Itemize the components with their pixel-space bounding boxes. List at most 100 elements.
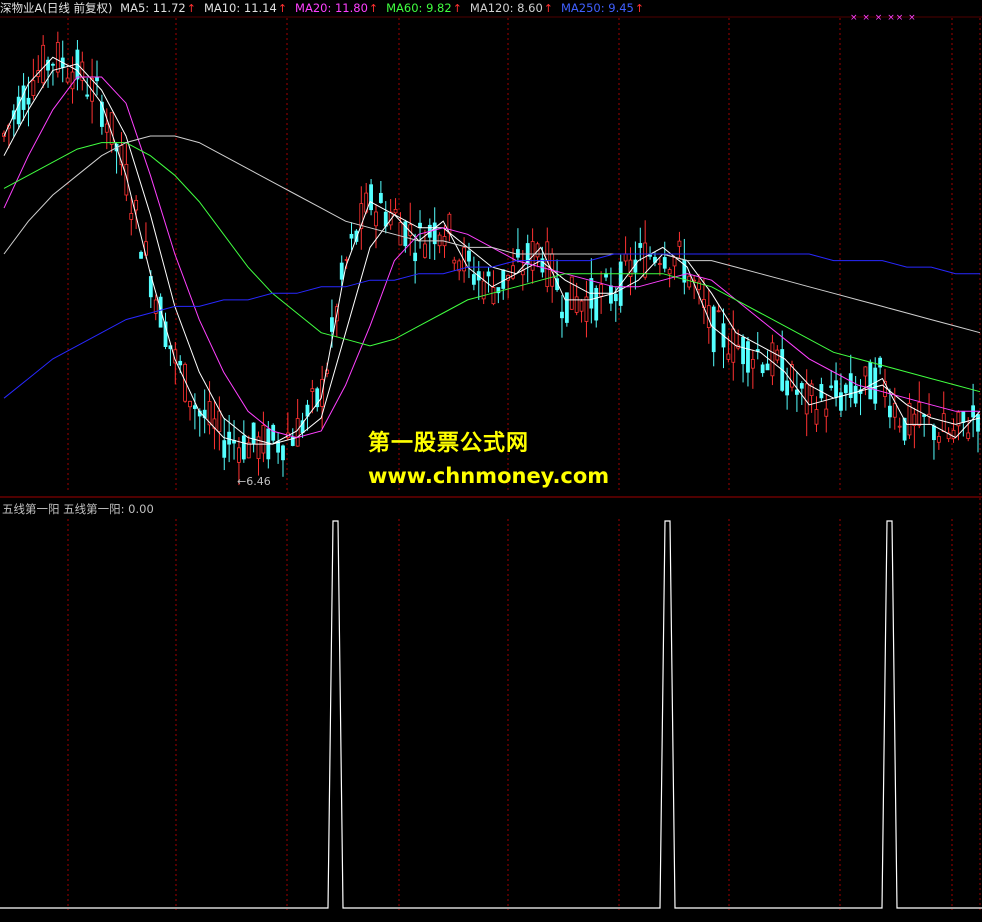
candle-body <box>55 42 60 73</box>
stock-title: 深物业A(日线 前复权) <box>0 1 113 15</box>
candle-body <box>70 71 75 90</box>
candle-body <box>104 123 109 133</box>
candle-body <box>584 296 589 322</box>
candle-body <box>868 361 873 400</box>
candle-body <box>21 85 26 110</box>
candle-body <box>188 400 192 408</box>
candle-body <box>271 424 276 441</box>
candle-body <box>222 440 227 458</box>
price-chart[interactable] <box>0 0 982 922</box>
candle-body <box>677 240 682 247</box>
candle-body <box>95 77 99 82</box>
candle-body <box>638 243 643 248</box>
candle-body <box>623 253 628 262</box>
candle-body <box>667 269 672 275</box>
ma-legend-item: MA5: 11.72↑ <box>120 1 196 15</box>
candle-body <box>843 384 848 394</box>
candle-body <box>467 250 471 262</box>
candle-body <box>887 405 892 418</box>
candle-body <box>770 342 775 377</box>
candle-body <box>560 311 564 319</box>
signal-marks: × × × ×× × <box>850 13 917 23</box>
candle-body <box>966 432 971 439</box>
candle-body <box>814 409 819 425</box>
candle-body <box>85 94 90 97</box>
candle-body <box>520 270 525 276</box>
candle-body <box>878 357 883 368</box>
candle-body <box>716 310 721 313</box>
candle-body <box>452 259 457 264</box>
candle-body <box>471 274 476 285</box>
candle-body <box>853 385 858 404</box>
candle-body <box>374 211 378 227</box>
candle-body <box>917 402 922 426</box>
candle-body <box>246 442 251 459</box>
candle-body <box>241 435 246 460</box>
up-arrow-icon: ↑ <box>452 2 462 15</box>
candle-body <box>936 436 941 443</box>
candle-body <box>564 292 569 323</box>
candle-body <box>687 275 692 288</box>
candle-body <box>330 317 334 332</box>
candle-body <box>281 445 285 461</box>
signal-line <box>0 520 982 909</box>
candle-body <box>795 389 799 395</box>
ma-legend: MA5: 11.72↑ MA10: 11.14↑ MA20: 11.80↑ MA60:… <box>120 1 652 15</box>
candle-body <box>227 431 232 445</box>
candle-body <box>339 262 344 280</box>
candle-body <box>750 359 755 369</box>
ma-line-ma5 <box>3 56 981 445</box>
candle-body <box>129 213 134 220</box>
candle-body <box>574 296 579 313</box>
candle-body <box>731 328 736 363</box>
candle-body <box>31 80 36 96</box>
candle-body <box>418 222 422 229</box>
candle-body <box>310 388 315 392</box>
candle-body <box>217 410 222 432</box>
ma-line-ma10 <box>3 63 981 445</box>
ma-line-ma20 <box>3 76 980 439</box>
candle-body <box>295 418 300 447</box>
candle-body <box>26 97 31 105</box>
up-arrow-icon: ↑ <box>543 2 553 15</box>
candle-body <box>393 208 398 214</box>
candle-body <box>413 252 418 262</box>
candle-body <box>912 413 917 426</box>
watermark-url: www.chnmoney.com <box>368 464 610 488</box>
candle-body <box>516 249 520 258</box>
ma-legend-item: MA20: 11.80↑ <box>295 1 379 15</box>
candle-body <box>41 44 46 84</box>
candle-body <box>65 77 70 83</box>
candle-body <box>613 293 618 302</box>
ma-legend-item: MA120: 8.60↑ <box>469 1 553 15</box>
ma-legend-item: MA60: 9.82↑ <box>386 1 462 15</box>
candle-body <box>741 336 745 365</box>
candle-body <box>491 287 496 305</box>
low-price-label: ←6.46 <box>237 475 271 488</box>
candle-body <box>976 414 980 432</box>
candle-body <box>178 360 183 366</box>
candle-body <box>657 263 662 265</box>
candle-body <box>907 402 912 436</box>
candle-body <box>863 366 868 377</box>
candle-body <box>892 402 897 418</box>
candle-body <box>251 422 256 444</box>
candle-body <box>369 184 373 211</box>
candle-body <box>237 447 241 463</box>
candle-body <box>349 233 354 239</box>
candle-body <box>961 411 966 423</box>
indicator-header: 五线第一阳 五线第一阳: 0.00 <box>2 502 154 516</box>
candle-body <box>569 276 574 310</box>
candle-body <box>711 306 716 353</box>
candle-body <box>398 222 403 246</box>
candle-body <box>726 353 731 360</box>
candle-body <box>423 243 427 258</box>
candle-body <box>599 284 604 297</box>
candle-body <box>799 383 804 389</box>
candle-body <box>486 271 491 277</box>
candle-body <box>378 192 383 203</box>
ma-legend-item: MA10: 11.14↑ <box>203 1 288 15</box>
up-arrow-icon: ↑ <box>186 2 196 15</box>
candle-body <box>261 425 266 454</box>
up-arrow-icon: ↑ <box>277 2 288 15</box>
